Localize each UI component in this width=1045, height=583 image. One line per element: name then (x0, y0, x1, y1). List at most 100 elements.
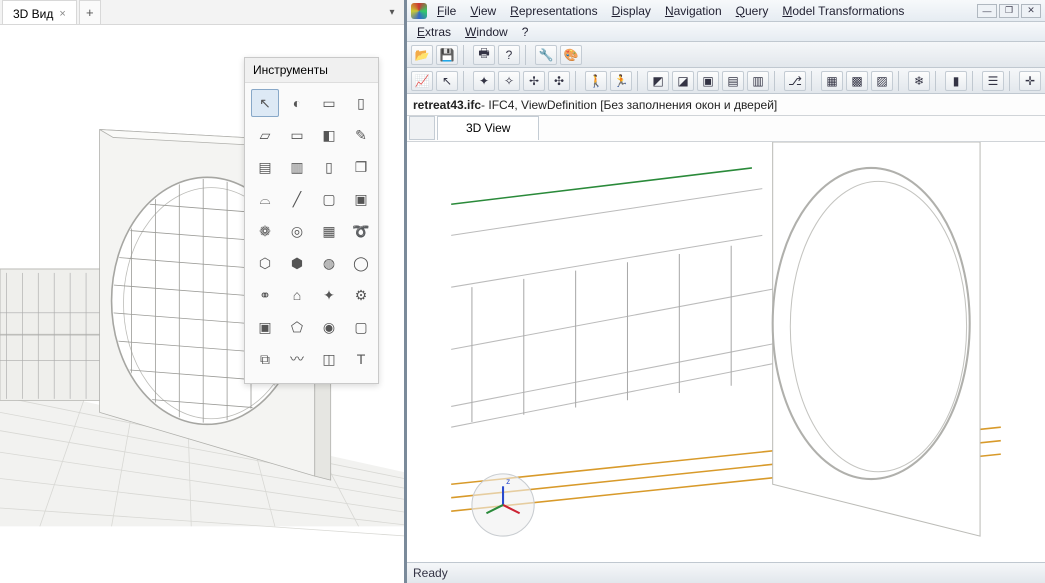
tab-add-button[interactable]: + (79, 0, 101, 24)
tool-blank[interactable]: ▢ (347, 313, 375, 341)
tbtn-run[interactable]: 🏃 (610, 71, 632, 91)
tbtn-grid3[interactable]: ▨ (871, 71, 893, 91)
left-3d-viewport[interactable]: Инструменты ↖◐▭▯▱▭◧✎▤▥▯❐⌓╱▢▣❁◎▦➰⬡⬢◍◯⚭⌂✦⚙… (0, 25, 404, 583)
menu-help[interactable]: ? (516, 24, 535, 40)
main-menu-row1: FileViewRepresentationsDisplayNavigation… (431, 2, 910, 20)
main-menu-row2: ExtrasWindow? (407, 22, 1045, 42)
menu-navigation[interactable]: Navigation (659, 2, 728, 20)
menu-view[interactable]: View (464, 2, 502, 20)
tool-brick1[interactable]: ▤ (251, 153, 279, 181)
tool-text[interactable]: T (347, 345, 375, 373)
close-button[interactable]: ✕ (1021, 4, 1041, 18)
tool-poly[interactable]: ⬠ (283, 313, 311, 341)
tool-pipe[interactable]: ◯ (347, 249, 375, 277)
menu-file[interactable]: File (431, 2, 462, 20)
tab-3d-view-right[interactable]: 3D View (437, 116, 539, 140)
tool-gears[interactable]: ❁ (251, 217, 279, 245)
document-info-bar: retreat43.ifc - IFC4, ViewDefinition [Бе… (407, 94, 1045, 116)
tbtn-palette[interactable]: 🎨 (560, 45, 582, 65)
view-tabs: 3D View (407, 116, 1045, 142)
tbtn-cube3[interactable]: ▣ (697, 71, 719, 91)
right-3d-viewport[interactable]: z (407, 142, 1045, 563)
menu-model-transformations[interactable]: Model Transformations (776, 2, 910, 20)
palette-title: Инструменты (245, 58, 378, 83)
toolbar-row2: 📈↖ ✦✧✢✣ 🚶🏃 ◩◪▣▤▥ ⎇ ▦▩▨ ❄ ▮ ☰ ✛ (407, 68, 1045, 94)
left-tabbar: 3D Вид × + ▾ (0, 0, 404, 25)
tool-column[interactable]: ▯ (347, 89, 375, 117)
menu-representations[interactable]: Representations (504, 2, 603, 20)
tool-curve[interactable]: 〰 (283, 345, 311, 373)
tool-line[interactable]: ╱ (283, 185, 311, 213)
tbtn-snow[interactable]: ❄ (908, 71, 930, 91)
tool-brick2[interactable]: ▥ (283, 153, 311, 181)
tool-page[interactable]: ▯ (315, 153, 343, 181)
doc-details: - IFC4, ViewDefinition [Без заполнения о… (481, 98, 777, 112)
tbtn-cube2[interactable]: ◪ (672, 71, 694, 91)
menu-extras[interactable]: Extras (411, 24, 457, 40)
tbtn-orbit3[interactable]: ✢ (523, 71, 545, 91)
tbtn-plot[interactable]: 📈 (411, 71, 433, 91)
tool-link[interactable]: ⚭ (251, 281, 279, 309)
status-bar: Ready (407, 563, 1045, 583)
tool-house[interactable]: ⌂ (283, 281, 311, 309)
tool-shape1[interactable]: ◎ (283, 217, 311, 245)
toolbar-separator (637, 71, 642, 91)
tool-cursor[interactable]: ↖ (251, 89, 279, 117)
tool-arch[interactable]: ⌓ (251, 185, 279, 213)
tool-chain[interactable]: ⧉ (251, 345, 279, 373)
minimize-button[interactable]: — (977, 4, 997, 18)
tbtn-save[interactable]: 💾 (436, 45, 458, 65)
tool-overlap[interactable]: ◫ (315, 345, 343, 373)
window-buttons: —❐✕ (977, 4, 1041, 18)
menu-window[interactable]: Window (459, 24, 514, 40)
tbtn-grid2[interactable]: ▩ (846, 71, 868, 91)
tbtn-colors[interactable]: ▮ (945, 71, 967, 91)
tool-rect[interactable]: ▭ (315, 89, 343, 117)
tool-eraser3[interactable]: ◧ (315, 121, 343, 149)
tool-wrench[interactable]: ⚙ (347, 281, 375, 309)
tool-pages[interactable]: ❐ (347, 153, 375, 181)
tool-cam[interactable]: ◉ (315, 313, 343, 341)
view-tab-stub[interactable] (409, 116, 435, 140)
menu-query[interactable]: Query (730, 2, 775, 20)
left-app-panel: 3D Вид × + ▾ (0, 0, 407, 583)
tbtn-walk[interactable]: 🚶 (585, 71, 607, 91)
tbtn-cube4[interactable]: ▤ (722, 71, 744, 91)
tool-eraser1[interactable]: ▱ (251, 121, 279, 149)
tool-shape3[interactable]: ⬢ (283, 249, 311, 277)
tbtn-axes[interactable]: ⎇ (784, 71, 806, 91)
menu-display[interactable]: Display (606, 2, 657, 20)
maximize-button[interactable]: ❐ (999, 4, 1019, 18)
tool-box1[interactable]: ▢ (315, 185, 343, 213)
tbtn-target[interactable]: ✛ (1019, 71, 1041, 91)
tool-compass[interactable]: ◐ (283, 89, 311, 117)
tbtn-print[interactable]: 🖶 (473, 45, 495, 65)
tbtn-cube1[interactable]: ◩ (647, 71, 669, 91)
tool-shape2[interactable]: ⬡ (251, 249, 279, 277)
tool-pencil[interactable]: ✎ (347, 121, 375, 149)
tbtn-cursor[interactable]: ↖ (436, 71, 458, 91)
tool-badge[interactable]: ▣ (251, 313, 279, 341)
tbtn-open[interactable]: 📂 (411, 45, 433, 65)
tool-box2[interactable]: ▣ (347, 185, 375, 213)
tbtn-wrench[interactable]: 🔧 (535, 45, 557, 65)
tool-spiral[interactable]: ➰ (347, 217, 375, 245)
close-icon[interactable]: × (59, 8, 65, 20)
tool-eraser2[interactable]: ▭ (283, 121, 311, 149)
status-text: Ready (413, 566, 448, 580)
toolbar-separator (575, 71, 580, 91)
tools-palette[interactable]: Инструменты ↖◐▭▯▱▭◧✎▤▥▯❐⌓╱▢▣❁◎▦➰⬡⬢◍◯⚭⌂✦⚙… (244, 57, 379, 384)
chevron-down-icon[interactable]: ▾ (384, 4, 400, 20)
tool-wheel[interactable]: ✦ (315, 281, 343, 309)
tool-grid[interactable]: ▦ (315, 217, 343, 245)
tbtn-orbit2[interactable]: ✧ (498, 71, 520, 91)
tool-cyl[interactable]: ◍ (315, 249, 343, 277)
tbtn-?[interactable]: ? (498, 45, 520, 65)
tbtn-orbit1[interactable]: ✦ (473, 71, 495, 91)
tab-3d-view[interactable]: 3D Вид × (2, 0, 77, 24)
tbtn-layers[interactable]: ☰ (982, 71, 1004, 91)
tbtn-orbit4[interactable]: ✣ (548, 71, 570, 91)
tbtn-cube5[interactable]: ▥ (747, 71, 769, 91)
toolbar-row1: 📂💾 🖶? 🔧🎨 (407, 42, 1045, 68)
tbtn-grid1[interactable]: ▦ (821, 71, 843, 91)
